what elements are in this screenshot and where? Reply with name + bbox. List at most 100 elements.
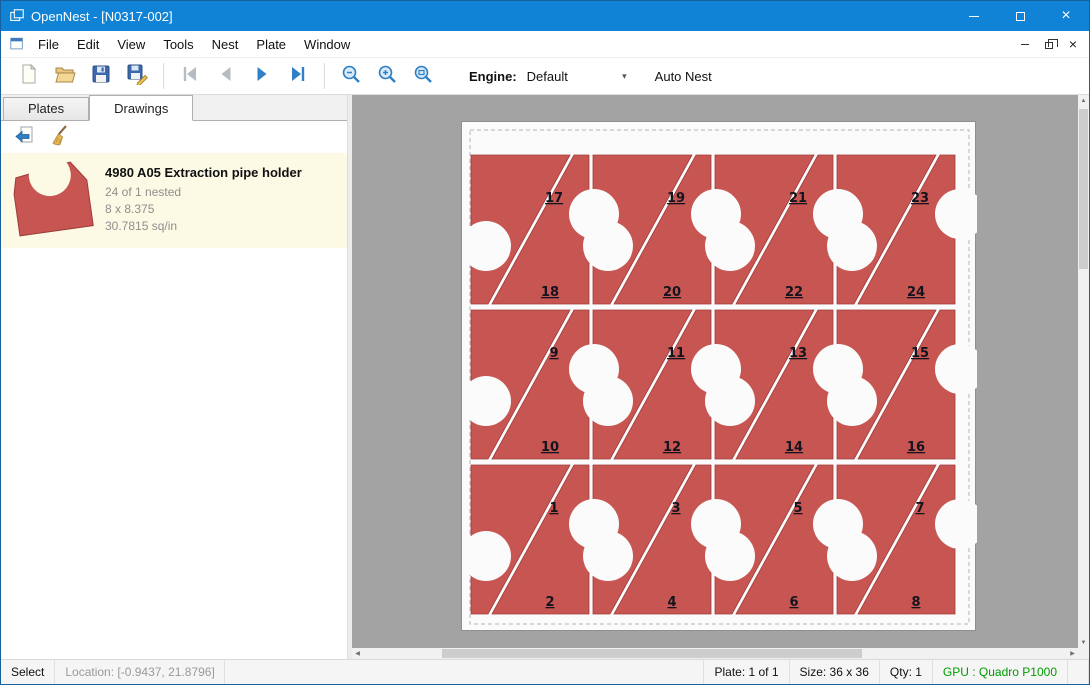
auto-nest-button[interactable]: Auto Nest bbox=[647, 64, 720, 89]
menu-nest[interactable]: Nest bbox=[203, 33, 248, 56]
nav-next-button[interactable] bbox=[244, 60, 280, 92]
part-number-label[interactable]: 1 bbox=[549, 501, 558, 516]
menu-window[interactable]: Window bbox=[295, 33, 359, 56]
part-number-label[interactable]: 5 bbox=[793, 501, 802, 516]
drawing-list-item[interactable]: 4980 A05 Extraction pipe holder 24 of 1 … bbox=[1, 153, 347, 248]
document-icon bbox=[9, 36, 25, 52]
part-number-label[interactable]: 17 bbox=[545, 191, 563, 206]
part-number-label[interactable]: 9 bbox=[549, 346, 558, 361]
nav-prev-button[interactable] bbox=[208, 60, 244, 92]
zoom-fit-button[interactable] bbox=[405, 60, 441, 92]
part-number-label[interactable]: 6 bbox=[789, 595, 798, 610]
mdi-controls: × bbox=[1015, 31, 1083, 57]
mdi-minimize-icon bbox=[1021, 44, 1029, 45]
part-thumbnail bbox=[9, 159, 95, 242]
drawing-item-size: 8 x 8.375 bbox=[105, 201, 302, 218]
new-button[interactable] bbox=[11, 60, 47, 92]
part-number-label[interactable]: 21 bbox=[789, 191, 807, 206]
mdi-close-icon: × bbox=[1069, 37, 1077, 51]
nav-first-button[interactable] bbox=[172, 60, 208, 92]
part-circular-cutout bbox=[462, 221, 511, 271]
part-number-label[interactable]: 2 bbox=[545, 595, 554, 610]
close-button[interactable]: × bbox=[1043, 1, 1089, 31]
menu-plate[interactable]: Plate bbox=[247, 33, 295, 56]
part-circular-cutout bbox=[827, 221, 877, 271]
mdi-minimize-button[interactable] bbox=[1015, 34, 1035, 54]
part-number-label[interactable]: 24 bbox=[907, 285, 925, 300]
menu-tools[interactable]: Tools bbox=[154, 33, 202, 56]
zoom-fit-icon bbox=[412, 63, 434, 90]
part-number-label[interactable]: 4 bbox=[667, 595, 676, 610]
vertical-scrollbar-thumb[interactable] bbox=[1079, 109, 1088, 269]
scrollbar-corner bbox=[1078, 648, 1089, 659]
status-gpu: GPU : Quadro P1000 bbox=[932, 660, 1067, 684]
part-number-label[interactable]: 20 bbox=[663, 285, 681, 300]
import-drawing-button[interactable] bbox=[9, 124, 37, 150]
part-number-label[interactable]: 10 bbox=[541, 440, 559, 455]
status-qty: Qty: 1 bbox=[879, 660, 932, 684]
scroll-down-icon[interactable]: ▼ bbox=[1078, 637, 1089, 648]
save-button[interactable] bbox=[83, 60, 119, 92]
menu-view[interactable]: View bbox=[108, 33, 154, 56]
part-circular-cutout bbox=[462, 376, 511, 426]
nav-last-icon bbox=[287, 63, 309, 90]
vertical-scrollbar[interactable]: ▲ ▼ bbox=[1078, 95, 1089, 648]
zoom-out-button[interactable] bbox=[333, 60, 369, 92]
part-number-label[interactable]: 23 bbox=[911, 191, 929, 206]
mdi-restore-button[interactable] bbox=[1039, 34, 1059, 54]
part-number-label[interactable]: 14 bbox=[785, 440, 803, 455]
horizontal-scrollbar-thumb[interactable] bbox=[442, 649, 862, 658]
maximize-icon bbox=[1016, 12, 1025, 21]
part-number-label[interactable]: 11 bbox=[667, 346, 685, 361]
scroll-up-icon[interactable]: ▲ bbox=[1078, 95, 1089, 106]
menu-file[interactable]: File bbox=[29, 33, 68, 56]
app-icon bbox=[9, 8, 25, 24]
save-as-button[interactable] bbox=[119, 60, 155, 92]
open-folder-icon bbox=[54, 63, 76, 90]
part-circular-cutout bbox=[705, 221, 755, 271]
part-number-label[interactable]: 7 bbox=[915, 501, 924, 516]
nav-last-button[interactable] bbox=[280, 60, 316, 92]
open-button[interactable] bbox=[47, 60, 83, 92]
part-number-label[interactable]: 13 bbox=[789, 346, 807, 361]
menu-edit[interactable]: Edit bbox=[68, 33, 108, 56]
part-number-label[interactable]: 3 bbox=[671, 501, 680, 516]
tab-drawings[interactable]: Drawings bbox=[89, 95, 193, 121]
part-number-label[interactable]: 16 bbox=[907, 440, 925, 455]
minimize-button[interactable] bbox=[951, 1, 997, 31]
part-circular-cutout bbox=[583, 221, 633, 271]
resize-grip[interactable] bbox=[1067, 660, 1089, 684]
drawing-item-title: 4980 A05 Extraction pipe holder bbox=[105, 165, 302, 180]
mdi-restore-icon bbox=[1045, 42, 1053, 49]
drawing-item-area: 30.7815 sq/in bbox=[105, 218, 302, 235]
part-number-label[interactable]: 18 bbox=[541, 285, 559, 300]
horizontal-scrollbar[interactable]: ◀ ▶ bbox=[352, 648, 1078, 659]
status-spacer bbox=[225, 660, 703, 684]
drawings-toolbar bbox=[1, 121, 347, 153]
zoom-in-icon bbox=[376, 63, 398, 90]
part-number-label[interactable]: 15 bbox=[911, 346, 929, 361]
maximize-button[interactable] bbox=[997, 1, 1043, 31]
scroll-right-icon[interactable]: ▶ bbox=[1067, 648, 1078, 659]
part-circular-cutout bbox=[705, 376, 755, 426]
toolbar-separator bbox=[163, 63, 164, 89]
zoom-in-button[interactable] bbox=[369, 60, 405, 92]
nav-first-icon bbox=[179, 63, 201, 90]
scroll-left-icon[interactable]: ◀ bbox=[352, 648, 363, 659]
part-number-label[interactable]: 8 bbox=[911, 595, 920, 610]
mdi-close-button[interactable]: × bbox=[1063, 34, 1083, 54]
titlebar: OpenNest - [N0317-002] × bbox=[1, 1, 1089, 31]
chevron-down-icon: ▾ bbox=[622, 71, 627, 82]
engine-select[interactable]: Default ▾ bbox=[523, 64, 631, 88]
close-icon: × bbox=[1061, 8, 1070, 24]
part-number-label[interactable]: 19 bbox=[667, 191, 685, 206]
nest-canvas[interactable]: 171819202122232491011121314151612345678 … bbox=[352, 95, 1089, 659]
toolbar: Engine: Default ▾ Auto Nest bbox=[1, 57, 1089, 95]
statusbar: Select Location: [-0.9437, 21.8796] Plat… bbox=[1, 659, 1089, 684]
clear-broom-button[interactable] bbox=[45, 124, 73, 150]
tab-plates[interactable]: Plates bbox=[3, 97, 89, 120]
part-circular-cutout bbox=[827, 531, 877, 581]
part-circular-cutout bbox=[462, 531, 511, 581]
part-number-label[interactable]: 22 bbox=[785, 285, 803, 300]
part-number-label[interactable]: 12 bbox=[663, 440, 681, 455]
